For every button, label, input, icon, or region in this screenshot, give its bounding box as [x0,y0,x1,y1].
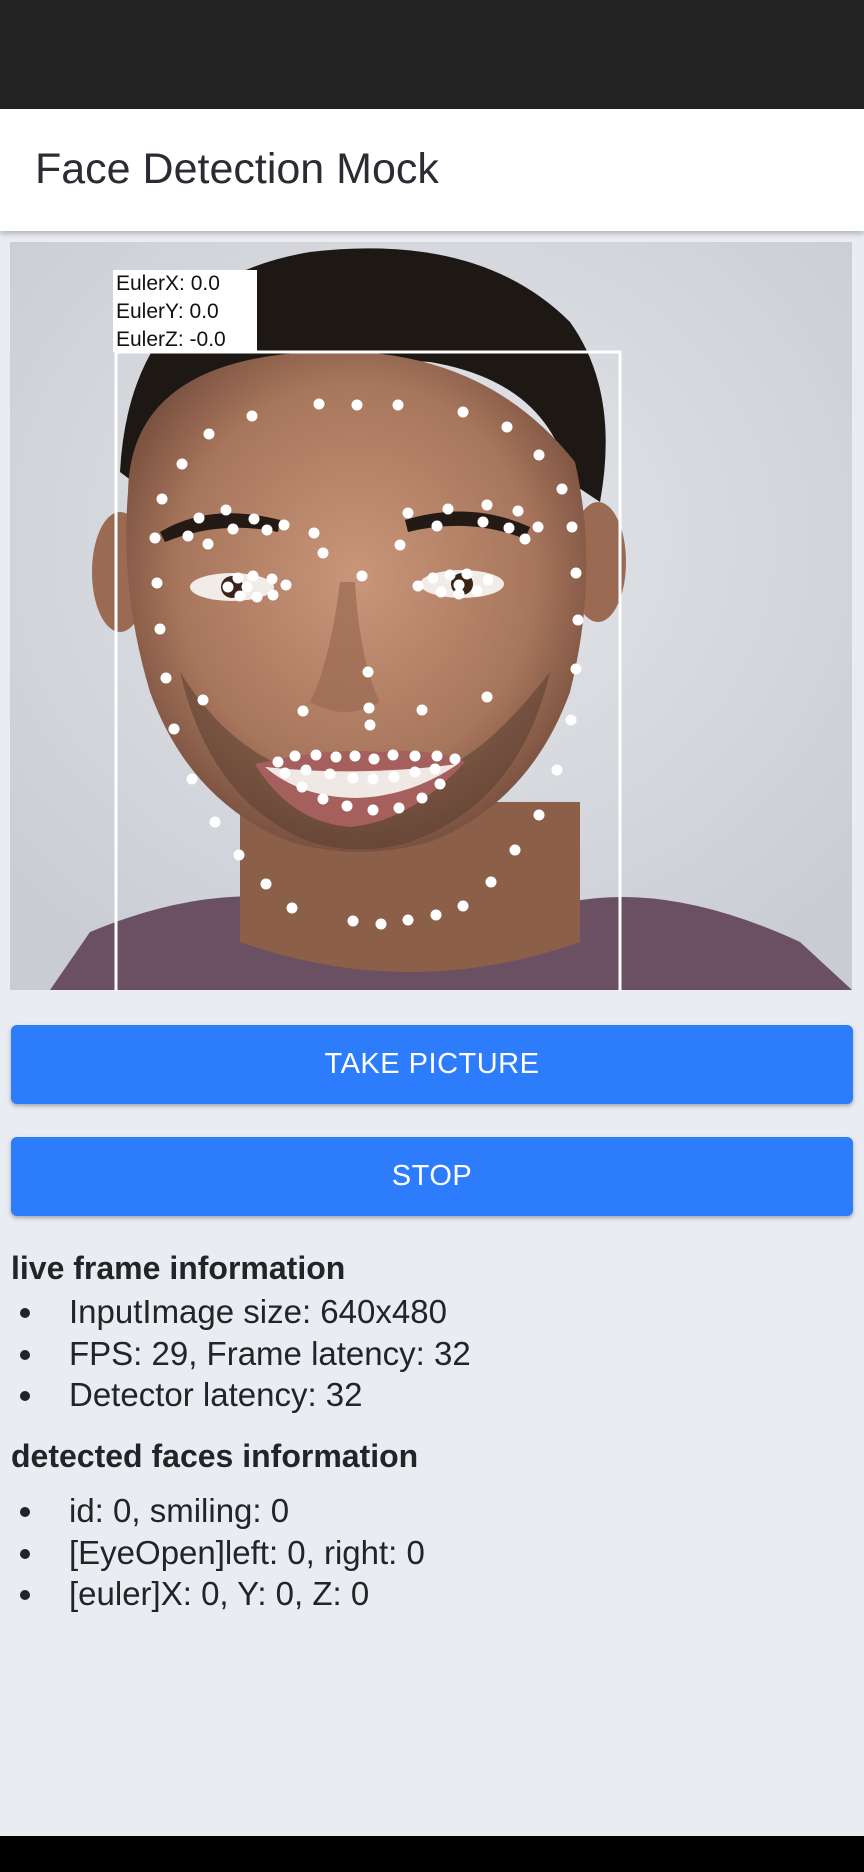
status-bar [0,0,864,109]
euler-x-label: EulerX: 0.0 [116,272,220,295]
euler-y-label: EulerY: 0.0 [116,300,219,323]
euler-z-label: EulerZ: -0.0 [116,328,226,351]
list-item: InputImage size: 640x480 [0,1291,471,1333]
detected-faces-list: id: 0, smiling: 0 [EyeOpen]left: 0, righ… [0,1490,425,1615]
bullet-icon [20,1590,30,1600]
app-toolbar: Face Detection Mock [0,109,864,231]
list-item: id: 0, smiling: 0 [0,1490,425,1532]
take-picture-button[interactable]: TAKE PICTURE [11,1025,853,1104]
euler-overlay: EulerX: 0.0 EulerY: 0.0 EulerZ: -0.0 [113,270,257,352]
stop-button[interactable]: STOP [11,1137,853,1216]
bullet-icon [20,1391,30,1401]
camera-preview [10,242,852,990]
detected-faces-heading: detected faces information [11,1438,419,1474]
bullet-icon [20,1308,30,1318]
live-frame-list: InputImage size: 640x480 FPS: 29, Frame … [0,1291,471,1416]
list-item: FPS: 29, Frame latency: 32 [0,1333,471,1375]
bullet-icon [20,1349,30,1360]
navigation-bar [0,1836,864,1872]
list-item: Detector latency: 32 [0,1374,471,1416]
live-frame-heading: live frame information [11,1250,346,1286]
camera-frame-image [10,242,852,990]
list-item: [EyeOpen]left: 0, right: 0 [0,1532,425,1574]
page-title: Face Detection Mock [35,145,439,193]
list-item: [euler]X: 0, Y: 0, Z: 0 [0,1573,425,1615]
bullet-icon [20,1507,30,1517]
bullet-icon [20,1548,30,1559]
